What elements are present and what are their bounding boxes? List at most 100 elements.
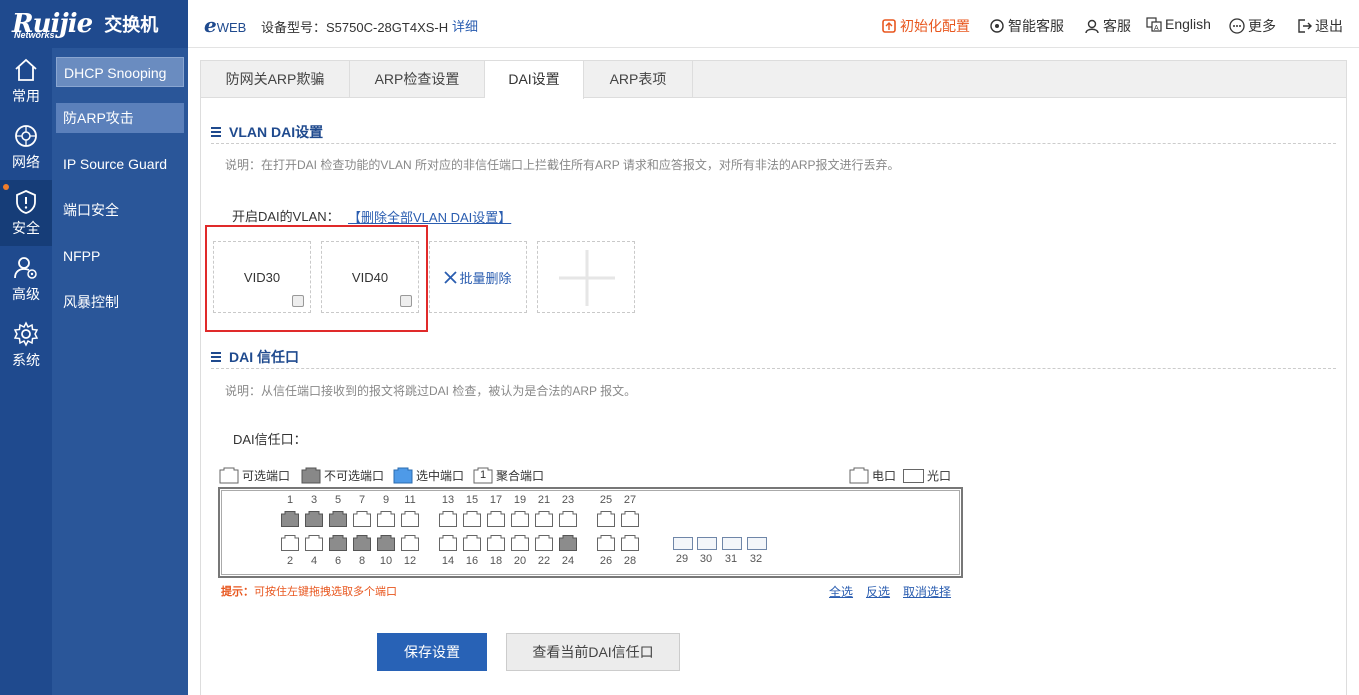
port-number: 13 [441,494,455,506]
port-number: 14 [441,555,455,567]
rail-item-network[interactable]: 网络 [0,114,52,180]
port-number: 22 [537,555,551,567]
tab-arp-table[interactable]: ARP表项 [584,61,693,98]
rail-item-common[interactable]: 常用 [0,48,52,114]
port-1 [281,511,299,527]
headset-icon [990,19,1004,33]
port-number: 18 [489,555,503,567]
more-icon [1229,18,1245,34]
port-number: 20 [513,555,527,567]
rail-item-system[interactable]: 系统 [0,312,52,378]
more-button[interactable]: 更多 [1229,16,1276,36]
port-number: 11 [404,494,416,506]
port-28[interactable] [621,535,639,551]
port-22[interactable] [535,535,553,551]
port-16[interactable] [463,535,481,551]
rail-label: 网络 [12,153,40,170]
divider [211,368,1336,369]
enabled-vlan-label: 开启DAI的VLAN： [232,209,340,224]
port-21[interactable] [535,511,553,527]
dai-trust-note: 说明：从信任端口接收到的报文将跳过DAI 检查，被认为是合法的ARP 报文。 [225,384,637,398]
fiber-port-29[interactable] [673,537,693,550]
port-18[interactable] [487,535,505,551]
submenu-item-storm-control[interactable]: 风暴控制 [56,287,184,317]
fiber-port-30[interactable] [697,537,717,550]
legend-optical: 光口 [903,467,951,484]
port-19[interactable] [511,511,529,527]
fiber-port-32[interactable] [747,537,767,550]
tab-dai-settings[interactable]: DAI设置 [485,61,584,99]
ruijie-logo-sub: Networks [14,30,55,40]
view-dai-trust-button[interactable]: 查看当前DAI信任口 [506,633,680,671]
tab-arp-check[interactable]: ARP检查设置 [350,61,485,98]
port-optical-icon [903,468,924,483]
fiber-port-31[interactable] [722,537,742,550]
save-settings-button[interactable]: 保存设置 [377,633,487,671]
close-icon [444,270,458,284]
smart-service-button[interactable]: 智能客服 [989,16,1064,36]
submenu-item-ip-source-guard[interactable]: IP Source Guard [56,149,184,179]
reset-icon [882,19,896,33]
port-17[interactable] [487,511,505,527]
rail-item-advanced[interactable]: 高级 [0,246,52,312]
port-6 [329,535,347,551]
port-selectable-icon [219,467,239,484]
delete-all-vlan-dai-link[interactable]: 【删除全部VLAN DAI设置】 [348,207,511,226]
rail-label: 常用 [12,87,40,104]
port-number: 31 [724,553,738,565]
submenu-item-dhcp-snooping[interactable]: DHCP Snooping [56,57,184,87]
add-vlan-button[interactable] [537,241,635,313]
port-20[interactable] [511,535,529,551]
port-11[interactable] [401,511,419,527]
main-nav-rail: 常用 网络 安全 高级 系统 [0,48,52,695]
port-electrical-icon [849,467,869,484]
port-15[interactable] [463,511,481,527]
tab-bar: 防网关ARP欺骗 ARP检查设置 DAI设置 ARP表项 [201,61,1346,99]
port-12[interactable] [401,535,419,551]
network-icon [15,124,37,147]
port-14[interactable] [439,535,457,551]
port-25[interactable] [597,511,615,527]
port-9[interactable] [377,511,395,527]
device-model: 设备型号：S5750C-28GT4XS-H [261,20,449,35]
batch-delete-button[interactable]: 批量删除 [429,241,527,313]
vlan-dai-note: 说明：在打开DAI 检查功能的VLAN 所对应的非信任端口上拦截住所有ARP 请… [225,158,900,172]
submenu-item-anti-arp[interactable]: 防ARP攻击 [56,103,184,133]
detail-link[interactable]: 详细 [452,16,478,35]
service-button[interactable]: 客服 [1084,16,1131,36]
port-23[interactable] [559,511,577,527]
tab-gateway-arp-spoof[interactable]: 防网关ARP欺骗 [201,61,350,98]
product-title: 交换机 [104,15,159,35]
port-13[interactable] [439,511,457,527]
port-selected-icon [393,467,413,484]
port-number: 28 [623,555,637,567]
port-7[interactable] [353,511,371,527]
port-number: 19 [513,494,527,506]
port-24 [559,535,577,551]
submenu-item-port-security[interactable]: 端口安全 [56,195,184,225]
legend-selectable: 可选端口 [219,467,290,484]
invert-selection-link[interactable]: 反选 [866,583,890,600]
clear-selection-link[interactable]: 取消选择 [903,583,951,600]
rail-item-security[interactable]: 安全 [0,180,52,246]
port-number: 15 [465,494,479,506]
vlan-dai-section-title: VLAN DAI设置 [211,122,323,142]
user-gear-icon [14,256,37,279]
select-all-link[interactable]: 全选 [829,583,853,600]
port-number: 17 [489,494,503,506]
port-26[interactable] [597,535,615,551]
port-number: 29 [675,553,689,565]
legend-selected: 选中端口 [393,467,464,484]
port-2[interactable] [281,535,299,551]
init-config-button[interactable]: 初始化配置 [881,16,970,36]
port-unselectable-icon [301,467,321,484]
logout-button[interactable]: 退出 [1296,16,1343,36]
port-number: 2 [286,555,294,567]
port-4[interactable] [305,535,323,551]
submenu-item-nfpp[interactable]: NFPP [56,241,184,271]
plus-icon [559,250,615,306]
dai-trust-section-title: DAI 信任口 [211,347,299,367]
port-27[interactable] [621,511,639,527]
active-dot [3,184,9,190]
language-button[interactable]: A English [1146,16,1211,32]
